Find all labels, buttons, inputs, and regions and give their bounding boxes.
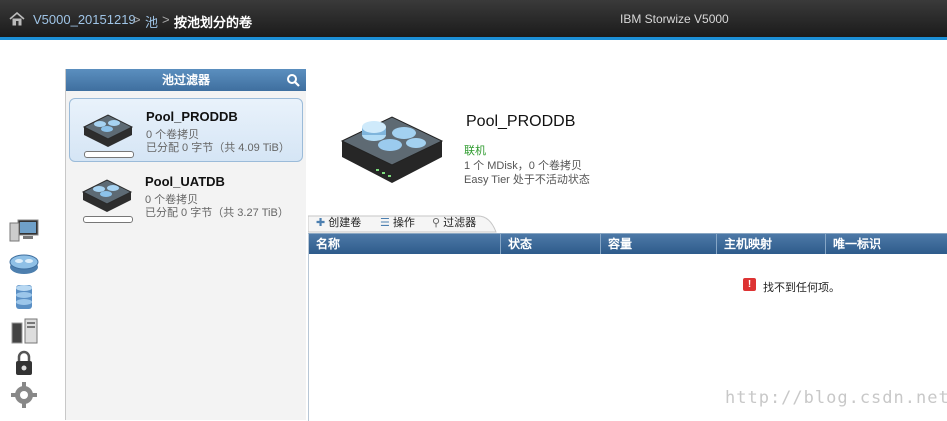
column-header-status[interactable]: 状态	[500, 234, 600, 254]
monitoring-icon[interactable]	[8, 217, 40, 245]
column-header-uid[interactable]: 唯一标识	[825, 234, 947, 254]
table-header: 名称 状态 容量 主机映射 唯一标识	[309, 234, 947, 254]
create-volume-label: 创建卷	[328, 217, 362, 229]
actions-button[interactable]: ☰ 操作	[380, 215, 415, 232]
search-icon[interactable]	[286, 73, 300, 87]
pool-item-uatdb[interactable]: Pool_UATDB 0 个卷拷贝 已分配 0 字节（共 3.27 TiB）	[69, 164, 301, 226]
empty-table-message: ! 找不到任何项。	[743, 278, 840, 295]
pool-allocation: 已分配 0 字节（共 3.27 TiB）	[145, 207, 289, 219]
pool-easy-tier: Easy Tier 处于不活动状态	[464, 174, 590, 186]
error-icon: !	[743, 278, 756, 291]
pool-detail-panel: Pool_PRODDB 联机 1 个 MDisk，0 个卷拷贝 Easy Tie…	[306, 69, 947, 421]
top-bar: V5000_20151219 > 池 > 按池划分的卷 IBM Storwize…	[0, 0, 947, 40]
pool-name: Pool_PRODDB	[146, 109, 238, 124]
pool-title: Pool_PRODDB	[466, 113, 576, 130]
empty-message-text: 找不到任何项。	[763, 282, 840, 294]
pool-name: Pool_UATDB	[145, 174, 225, 189]
breadcrumb-system[interactable]: V5000_20151219	[33, 12, 136, 27]
column-header-host-mapping[interactable]: 主机映射	[716, 234, 825, 254]
pool-filter-panel: 池过滤器 Pool_PRODDB 0 个卷拷贝 已分配 0 字节（共 4.09 …	[65, 69, 307, 420]
pool-item-proddb[interactable]: Pool_PRODDB 0 个卷拷贝 已分配 0 字节（共 4.09 TiB）	[69, 98, 303, 162]
capacity-bar	[83, 216, 133, 223]
filter-label: 过滤器	[443, 217, 477, 229]
settings-icon[interactable]	[8, 381, 40, 409]
access-icon[interactable]	[8, 349, 40, 377]
pool-filter-header: 池过滤器	[66, 69, 306, 91]
app-title: IBM Storwize V5000	[620, 12, 729, 26]
pool-status: 联机	[464, 145, 486, 157]
plus-icon: ✚	[316, 217, 326, 229]
left-nav-rail	[0, 205, 46, 420]
pool-allocation: 已分配 0 字节（共 4.09 TiB）	[146, 142, 290, 154]
breadcrumb-separator: >	[162, 12, 170, 27]
breadcrumb-current: 按池划分的卷	[174, 15, 253, 30]
storage-pool-icon	[81, 179, 133, 212]
capacity-bar	[84, 151, 134, 158]
actions-label: 操作	[392, 217, 415, 229]
column-header-capacity[interactable]: 容量	[600, 234, 716, 254]
hosts-icon[interactable]	[8, 317, 40, 345]
volumes-icon[interactable]	[8, 283, 40, 311]
home-icon[interactable]	[9, 12, 25, 26]
pools-icon[interactable]	[8, 249, 40, 277]
create-volume-button[interactable]: ✚ 创建卷	[316, 215, 361, 232]
storage-pool-large-icon	[340, 116, 444, 183]
pool-filter-title: 池过滤器	[161, 73, 210, 87]
storage-pool-icon	[82, 114, 134, 147]
column-header-name[interactable]: 名称	[309, 234, 500, 254]
breadcrumb-pools[interactable]: 池	[145, 12, 158, 31]
filter-button[interactable]: ⚲ 过滤器	[432, 215, 476, 232]
search-icon: ⚲	[432, 217, 441, 229]
watermark: http://blog.csdn.net/	[725, 388, 947, 408]
breadcrumb-separator: >	[133, 12, 141, 27]
list-icon: ☰	[380, 217, 390, 229]
